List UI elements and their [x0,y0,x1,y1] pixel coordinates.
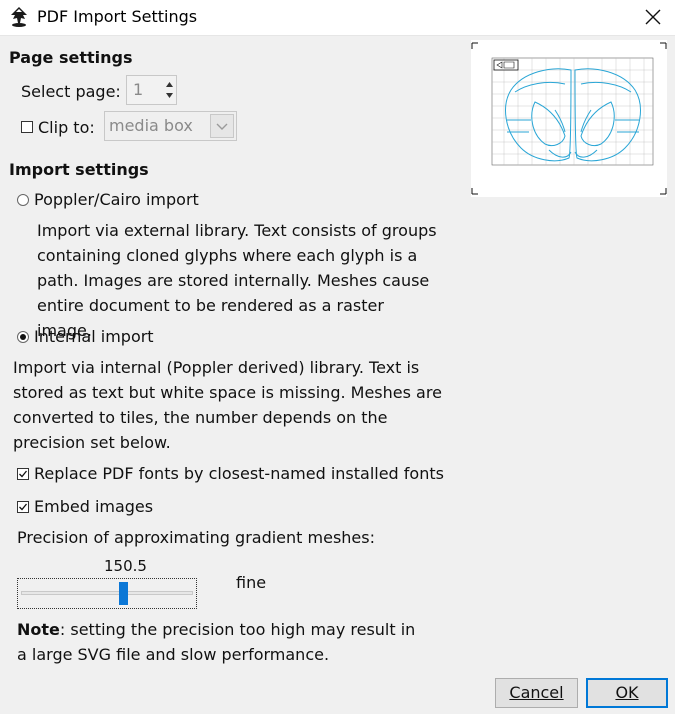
chevron-down-icon [216,123,228,130]
select-page-value[interactable]: 1 [133,80,143,99]
slider-thumb[interactable] [119,582,128,605]
clip-to-label: Clip to: [38,118,95,137]
preview-thumbnail-image [471,42,667,195]
internal-import-radio[interactable] [17,331,29,343]
page-preview [471,40,667,197]
embed-images-checkbox[interactable] [17,501,29,513]
poppler-cairo-description: Import via external library. Text consis… [37,221,437,340]
close-icon[interactable] [640,4,666,30]
precision-level-label: fine [236,573,267,592]
page-settings-heading: Page settings [9,48,133,67]
import-settings-heading: Import settings [9,160,149,179]
precision-value: 150.5 [104,557,147,575]
cancel-button-label[interactable]: Cancel [509,683,563,702]
internal-import-description: Import via internal (Poppler derived) li… [13,358,442,452]
radio-selected-dot [20,334,26,340]
embed-images-label[interactable]: Embed images [34,497,153,516]
note-text: : setting the precision too high may res… [17,620,416,664]
select-page-label: Select page: [21,82,121,101]
ok-button[interactable]: OK [586,678,668,708]
clip-to-dropdown[interactable]: media box [104,111,237,141]
precision-slider[interactable] [17,578,197,609]
clip-to-checkbox[interactable] [21,121,33,133]
checkmark-icon [19,503,28,511]
select-page-spinbox[interactable]: 1 [126,75,177,105]
precision-label: Precision of approximating gradient mesh… [17,528,375,547]
inkscape-logo-icon [11,7,27,27]
poppler-cairo-radio[interactable] [17,194,29,206]
window-title: PDF Import Settings [37,7,198,26]
replace-fonts-label[interactable]: Replace PDF fonts by closest-named insta… [34,464,444,483]
internal-import-label[interactable]: Internal import [34,327,154,346]
spin-arrows-icon[interactable] [163,76,176,104]
title-bar: PDF Import Settings [0,0,675,36]
note-label: Note [17,620,60,639]
cancel-button[interactable]: Cancel [495,678,578,708]
precision-note: Note: setting the precision too high may… [17,617,427,667]
checkmark-icon [19,470,28,478]
replace-fonts-checkbox[interactable] [17,468,29,480]
poppler-cairo-label[interactable]: Poppler/Cairo import [34,190,199,209]
slider-track[interactable] [21,591,193,595]
dropdown-button[interactable] [210,114,234,138]
clip-to-value[interactable]: media box [109,116,193,135]
ok-button-label[interactable]: OK [615,683,638,702]
